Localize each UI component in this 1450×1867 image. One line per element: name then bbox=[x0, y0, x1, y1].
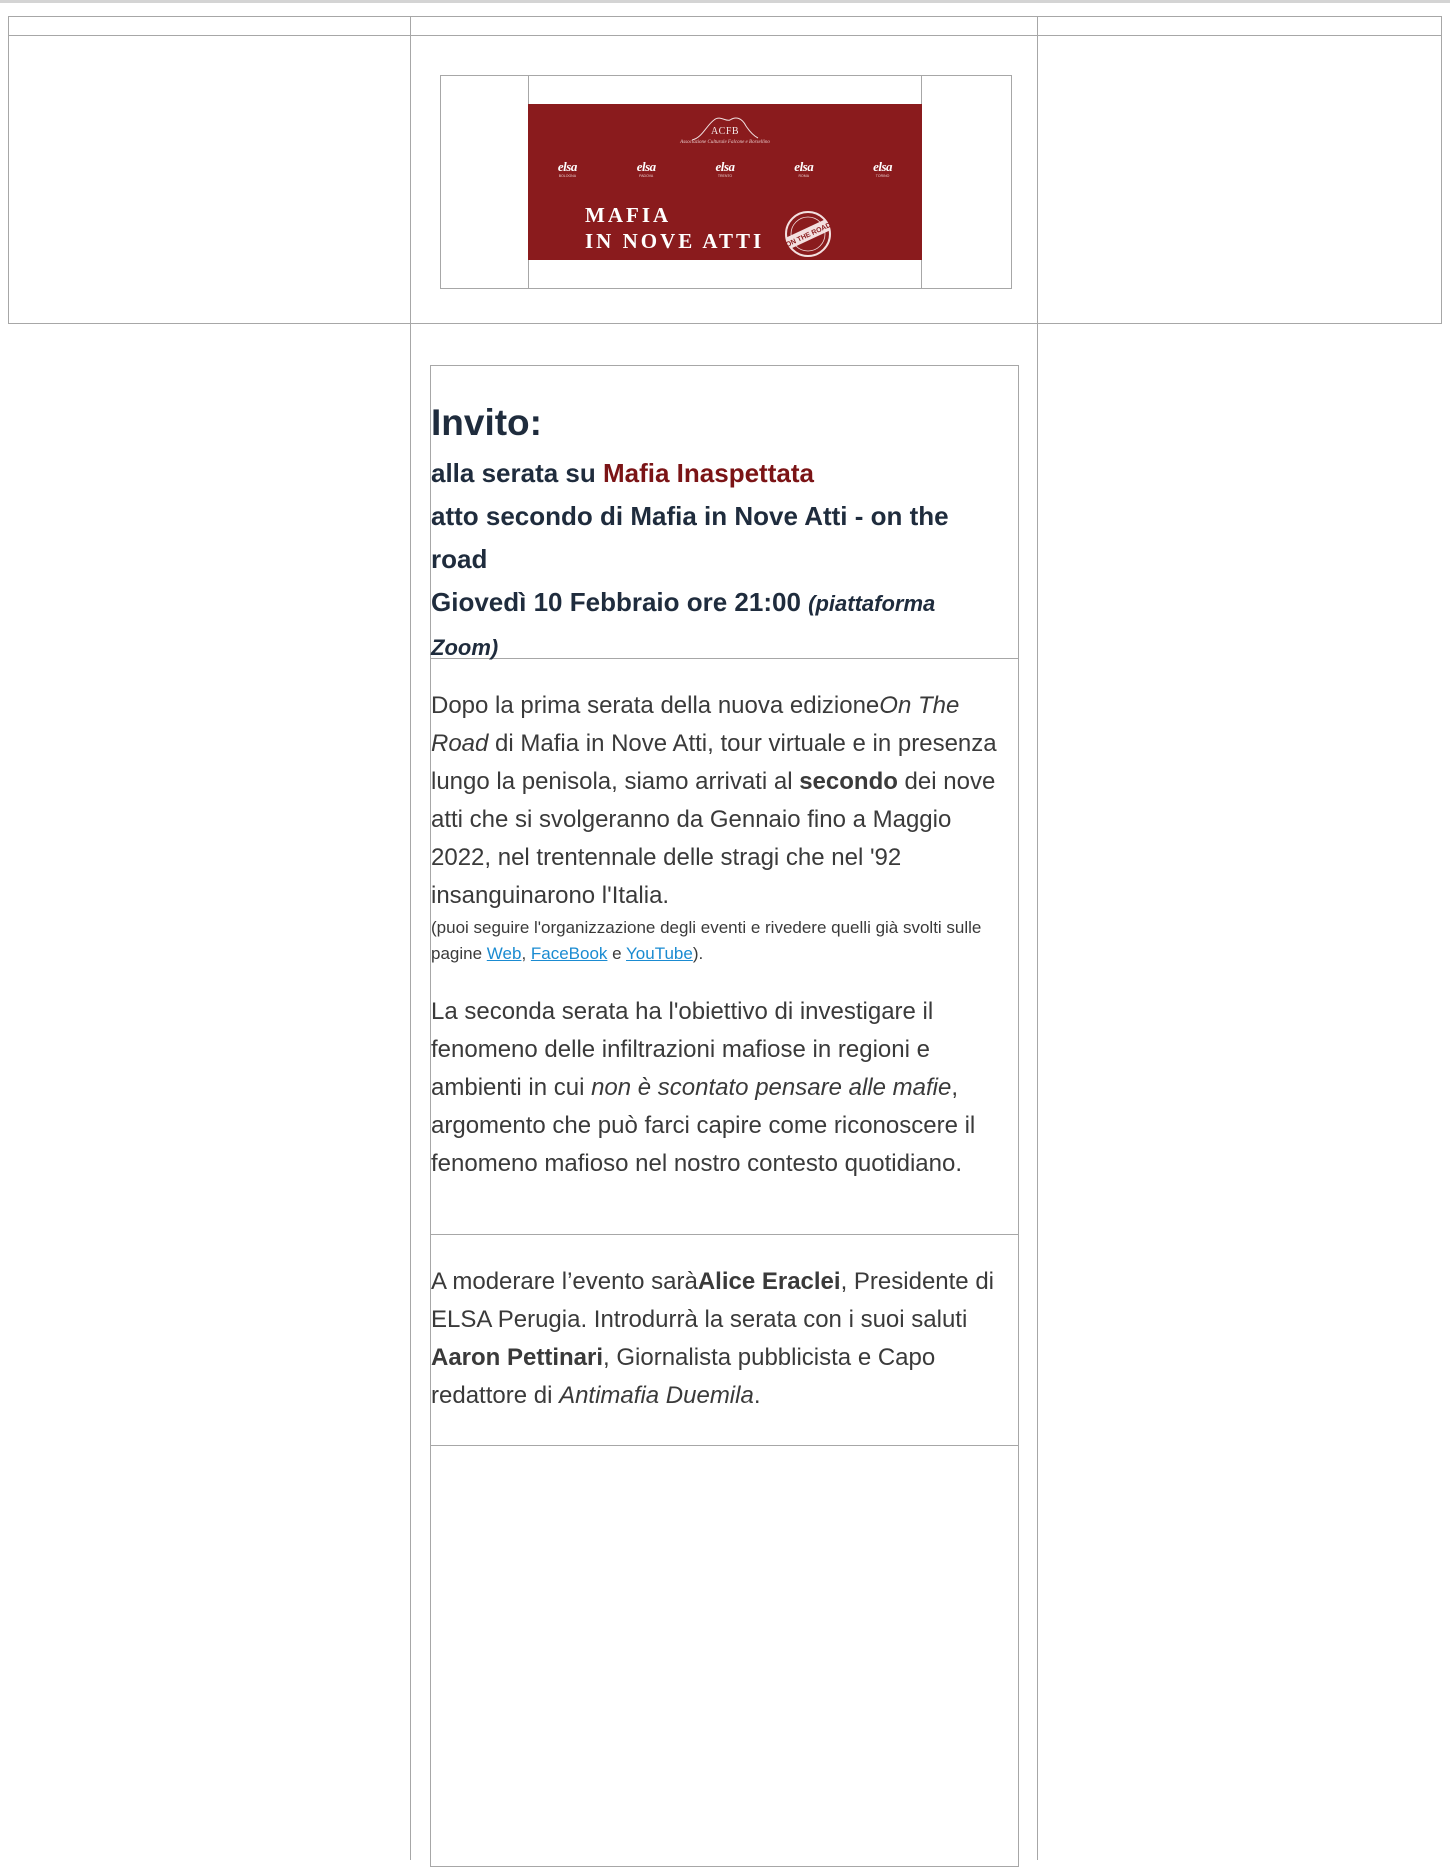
banner-title: MAFIA IN NOVE ATTI bbox=[585, 203, 765, 253]
acfb-logo-text: ACFB bbox=[710, 126, 740, 137]
facebook-link[interactable]: FaceBook bbox=[531, 944, 608, 963]
table-column-divider bbox=[410, 16, 411, 1860]
table-top-border bbox=[8, 16, 1442, 17]
table-column-divider bbox=[1037, 16, 1038, 1860]
invitation-subtitle: alla serata su Mafia Inaspettata atto se… bbox=[431, 458, 949, 660]
elsa-logos-row: elsa BOLOGNA elsa PADOVA elsa TRENTO elsa RO… bbox=[528, 160, 922, 179]
follow-note: (puoi seguire l'organizzazione degli eve… bbox=[431, 918, 982, 963]
event-description: Dopo la prima serata della nuova edizion… bbox=[431, 659, 1018, 1235]
empty-section bbox=[431, 1446, 1018, 1866]
event-speakers: A moderare l’evento saràAlice Eraclei, P… bbox=[431, 1235, 1018, 1446]
event-title: Mafia Inaspettata bbox=[603, 458, 814, 488]
elsa-logo: elsa PADOVA bbox=[636, 159, 656, 179]
event-banner-image: ACFB Associazione Culturale Falcone e Bo… bbox=[528, 104, 922, 260]
event-date: Giovedì 10 Febbraio ore 21:00 bbox=[431, 587, 801, 617]
elsa-logo: elsa ROMA bbox=[794, 159, 814, 179]
elsa-logo: elsa TRENTO bbox=[715, 159, 735, 179]
on-the-road-stamp-icon: ON THE ROAD bbox=[785, 211, 832, 257]
top-divider bbox=[0, 0, 1450, 3]
event-objective: La seconda serata ha l'obiettivo di inve… bbox=[431, 998, 976, 1177]
acfb-subtitle: Associazione Culturale Falcone e Borsell… bbox=[680, 140, 770, 145]
table-left-border bbox=[8, 16, 9, 324]
table-row-divider bbox=[8, 323, 1442, 324]
table-right-border bbox=[1441, 16, 1442, 324]
invitation-card: Invito: alla serata su Mafia Inaspettata… bbox=[430, 365, 1019, 1867]
youtube-link[interactable]: YouTube bbox=[626, 944, 693, 963]
table-row-divider bbox=[8, 35, 1442, 36]
event-series: atto secondo di Mafia in Nove Atti - on … bbox=[431, 501, 949, 574]
elsa-logo: elsa TORINO bbox=[873, 159, 893, 179]
web-link[interactable]: Web bbox=[487, 944, 522, 963]
invitation-heading: Invito: bbox=[431, 402, 542, 443]
elsa-logo: elsa BOLOGNA bbox=[557, 159, 577, 179]
invitation-header: Invito: alla serata su Mafia Inaspettata… bbox=[431, 366, 1018, 660]
